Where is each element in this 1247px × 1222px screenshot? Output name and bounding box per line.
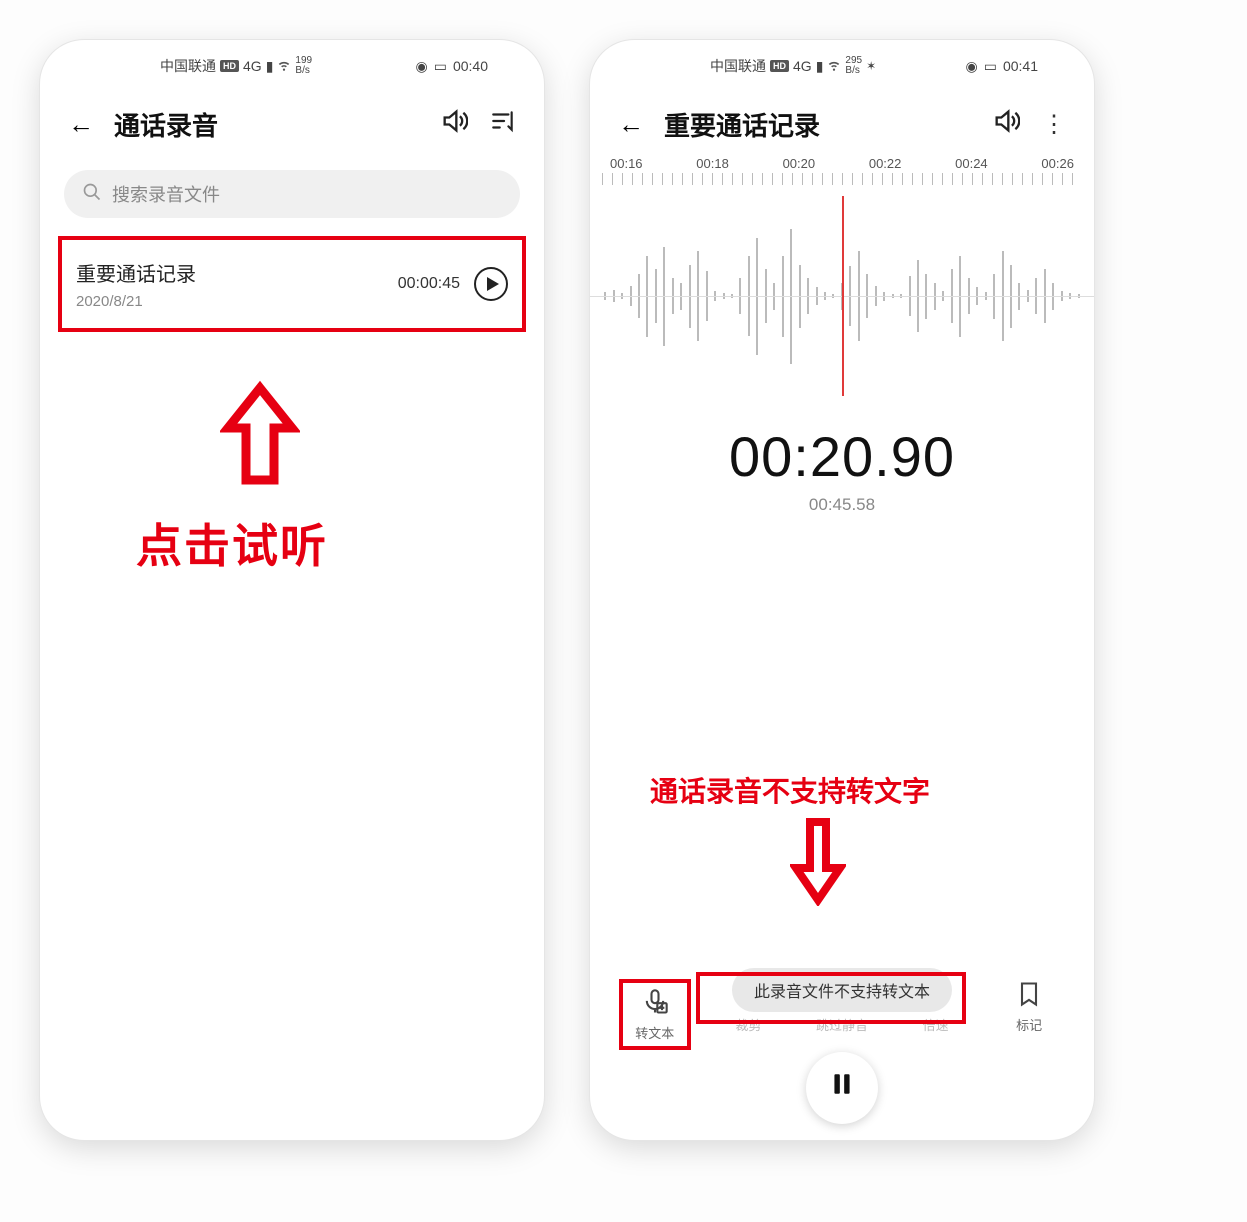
back-button[interactable]: ← [618,109,648,140]
annotation-label: 点击试听 [136,510,328,576]
total-time: 00:45.58 [590,495,1094,515]
tick-label: 00:16 [610,156,643,171]
tool-label: 标记 [1016,1015,1042,1034]
recording-date: 2020/8/21 [76,293,398,310]
phone-left: 中国联通 HD 4G ▮ 199B/s ◉ ▭ 00:40 ← 通话录音 [40,40,544,1140]
data-rate: 199B/s [295,56,312,76]
data-rate: 295B/s [845,56,862,76]
speaker-icon[interactable] [440,107,468,141]
recording-duration: 00:00:45 [398,275,460,293]
tool-label: 裁剪 [735,1015,761,1034]
toast-message: 此录音文件不支持转文本 [732,968,952,1012]
signal-icon: ▮ [816,58,824,75]
current-time: 00:20.90 [590,424,1094,489]
to-text-button[interactable]: 转文本 [619,979,691,1050]
tick-label: 00:20 [783,156,816,171]
more-icon[interactable]: ⋮ [1042,110,1066,139]
playhead-icon[interactable] [842,196,844,396]
search-placeholder: 搜索录音文件 [112,181,220,207]
eye-icon: ◉ [966,58,978,75]
play-icon[interactable] [474,267,508,301]
bookmark-icon [1015,979,1043,1009]
tool-label: 倍速 [923,1015,949,1034]
carrier-label: 中国联通 [160,56,216,76]
annotation-label: 通话录音不支持转文字 [650,770,930,810]
hd-badge: HD [220,60,239,72]
page-title: 重要通话记录 [664,106,976,143]
network-label: 4G [243,58,262,74]
title-bar: ← 重要通话记录 ⋮ [590,92,1094,156]
eye-icon: ◉ [416,58,428,75]
timeline[interactable]: 00:16 00:18 00:20 00:22 00:24 00:26 [590,156,1094,196]
tick-label: 00:18 [696,156,729,171]
tick-label: 00:22 [869,156,902,171]
tick-label: 00:24 [955,156,988,171]
annotation-arrow-up-icon [220,380,300,490]
clock-label: 00:41 [1003,58,1038,74]
timeline-ticks [602,173,1082,185]
annotation-arrow-down-icon [790,816,846,906]
tool-label: 跳过静音 [816,1015,868,1034]
location-icon: ✶ [866,59,876,73]
battery-icon: ▭ [434,58,447,75]
pause-icon [829,1069,855,1107]
speaker-icon[interactable] [992,107,1020,141]
sort-icon[interactable] [490,108,516,140]
recording-item[interactable]: 重要通话记录 2020/8/21 00:00:45 [58,236,526,332]
title-bar: ← 通话录音 [40,92,544,156]
tool-label: 转文本 [635,1023,674,1042]
waveform[interactable] [590,196,1094,396]
hd-badge: HD [770,60,789,72]
search-icon [82,182,102,207]
search-input[interactable]: 搜索录音文件 [64,170,520,218]
pause-button[interactable] [806,1052,878,1124]
wifi-icon [827,58,841,75]
tick-label: 00:26 [1041,156,1074,171]
status-bar: 中国联通 HD 4G ▮ 199B/s ◉ ▭ 00:40 [40,40,544,92]
battery-icon: ▭ [984,58,997,75]
recording-name: 重要通话记录 [76,258,398,287]
wifi-icon [277,58,291,75]
phone-right: 中国联通 HD 4G ▮ 295B/s ✶ ◉ ▭ 00:41 ← 重要通话记录… [590,40,1094,1140]
status-bar: 中国联通 HD 4G ▮ 295B/s ✶ ◉ ▭ 00:41 [590,40,1094,92]
carrier-label: 中国联通 [710,56,766,76]
mic-text-icon [641,987,669,1017]
network-label: 4G [793,58,812,74]
page-title: 通话录音 [114,106,424,143]
back-button[interactable]: ← [68,109,98,140]
signal-icon: ▮ [266,58,274,75]
clock-label: 00:40 [453,58,488,74]
mark-button[interactable]: 标记 [993,979,1065,1050]
